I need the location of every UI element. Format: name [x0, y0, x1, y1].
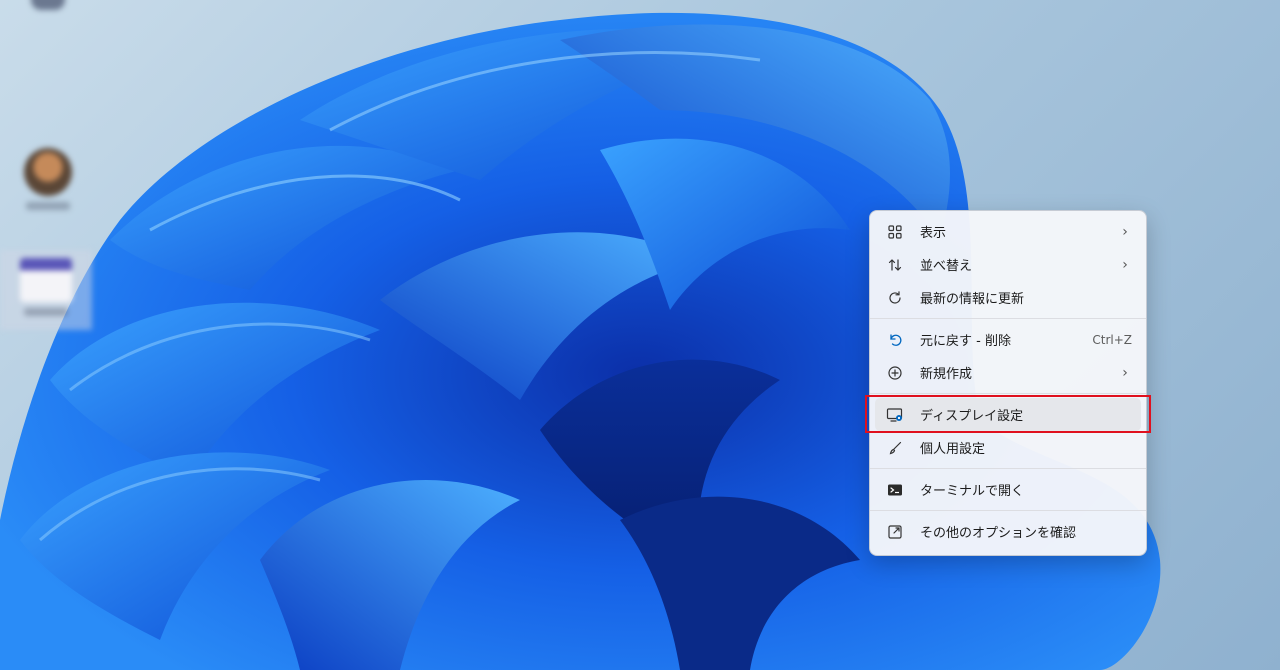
- chevron-right-icon: ›: [1122, 256, 1128, 273]
- desktop-context-menu: 表示 › 並べ替え › 最新の情報に更新 元に戻す - 削除 Ctrl+Z 新規…: [869, 210, 1147, 556]
- menu-item-view[interactable]: 表示 ›: [875, 215, 1141, 248]
- terminal-icon: [886, 481, 904, 499]
- desktop[interactable]: 表示 › 並べ替え › 最新の情報に更新 元に戻す - 削除 Ctrl+Z 新規…: [0, 0, 1280, 670]
- desktop-icon-top[interactable]: [6, 0, 90, 10]
- menu-separator: [870, 468, 1146, 469]
- desktop-icon-user[interactable]: [6, 148, 90, 210]
- brush-icon: [886, 439, 904, 457]
- plus-circle-icon: [886, 364, 904, 382]
- menu-separator: [870, 393, 1146, 394]
- menu-item-open-terminal[interactable]: ターミナルで開く: [875, 473, 1141, 506]
- menu-item-display-settings[interactable]: ディスプレイ設定: [875, 398, 1141, 431]
- menu-separator: [870, 510, 1146, 511]
- display-settings-icon: [886, 406, 904, 424]
- menu-item-label: 並べ替え: [920, 259, 973, 274]
- desktop-icon-label: [24, 308, 68, 316]
- menu-item-personalize[interactable]: 個人用設定: [875, 431, 1141, 464]
- menu-item-label: 最新の情報に更新: [920, 292, 1025, 307]
- refresh-icon: [886, 289, 904, 307]
- menu-item-label: ディスプレイ設定: [920, 409, 1024, 424]
- undo-icon: [886, 331, 904, 349]
- user-folder-icon: [24, 148, 72, 196]
- menu-item-more-options[interactable]: その他のオプションを確認: [875, 515, 1141, 548]
- menu-item-label: 表示: [920, 226, 947, 241]
- desktop-icon-app[interactable]: [0, 250, 92, 330]
- menu-item-sort[interactable]: 並べ替え ›: [875, 248, 1141, 281]
- shortcut-label: Ctrl+Z: [1092, 332, 1132, 347]
- menu-item-label: その他のオプションを確認: [920, 526, 1077, 541]
- sort-arrows-icon: [886, 256, 904, 274]
- open-external-icon: [886, 523, 904, 541]
- menu-item-label: ターミナルで開く: [920, 484, 1025, 499]
- chevron-right-icon: ›: [1122, 223, 1128, 240]
- menu-item-new[interactable]: 新規作成 ›: [875, 356, 1141, 389]
- recycle-bin-icon: [31, 0, 65, 10]
- menu-item-refresh[interactable]: 最新の情報に更新: [875, 281, 1141, 314]
- chevron-right-icon: ›: [1122, 364, 1128, 381]
- menu-item-label: 元に戻す - 削除: [920, 334, 1011, 349]
- grid-icon: [886, 223, 904, 241]
- menu-item-undo[interactable]: 元に戻す - 削除 Ctrl+Z: [875, 323, 1141, 356]
- menu-separator: [870, 318, 1146, 319]
- menu-item-label: 新規作成: [920, 367, 973, 382]
- menu-item-label: 個人用設定: [920, 442, 986, 457]
- desktop-icon-label: [26, 202, 70, 210]
- app-shortcut-icon: [20, 258, 72, 302]
